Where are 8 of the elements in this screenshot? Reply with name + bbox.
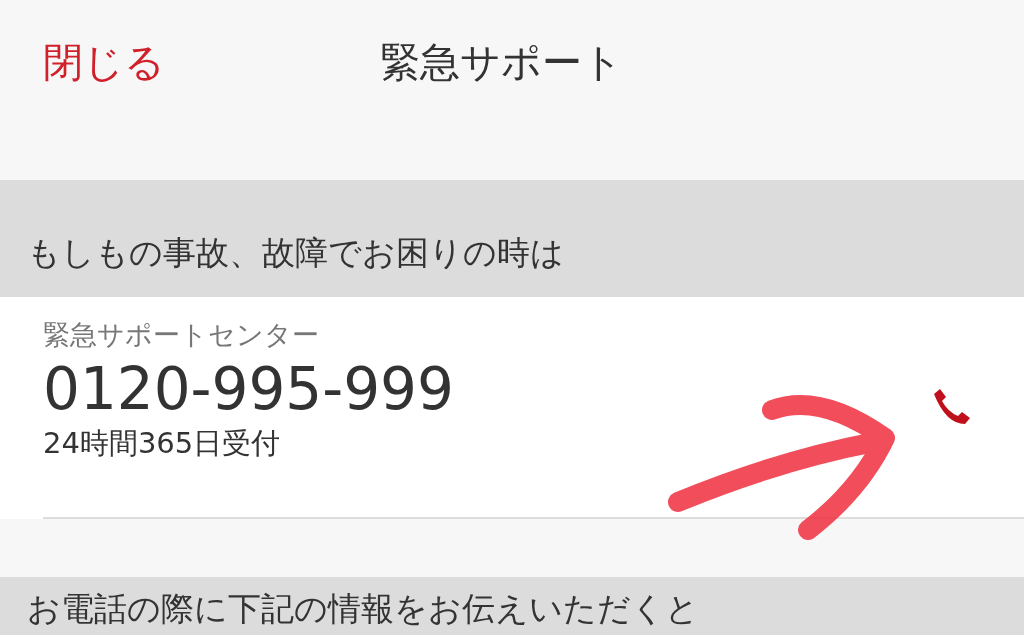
section-heading: お電話の際に下記の情報をお伝えいただくと xyxy=(27,589,699,629)
phone-number: 0120-995-999 xyxy=(43,355,454,423)
contact-card[interactable]: 緊急サポートセンター 0120-995-999 24時間365日受付 xyxy=(0,297,1024,519)
close-button[interactable]: 閉じる xyxy=(43,38,165,86)
hours-text: 24時間365日受付 xyxy=(43,425,282,463)
section-heading: もしもの事故、故障でお困りの時は xyxy=(27,231,564,274)
page-title: 緊急サポート xyxy=(380,38,623,86)
contact-label: 緊急サポートセンター xyxy=(43,318,320,352)
